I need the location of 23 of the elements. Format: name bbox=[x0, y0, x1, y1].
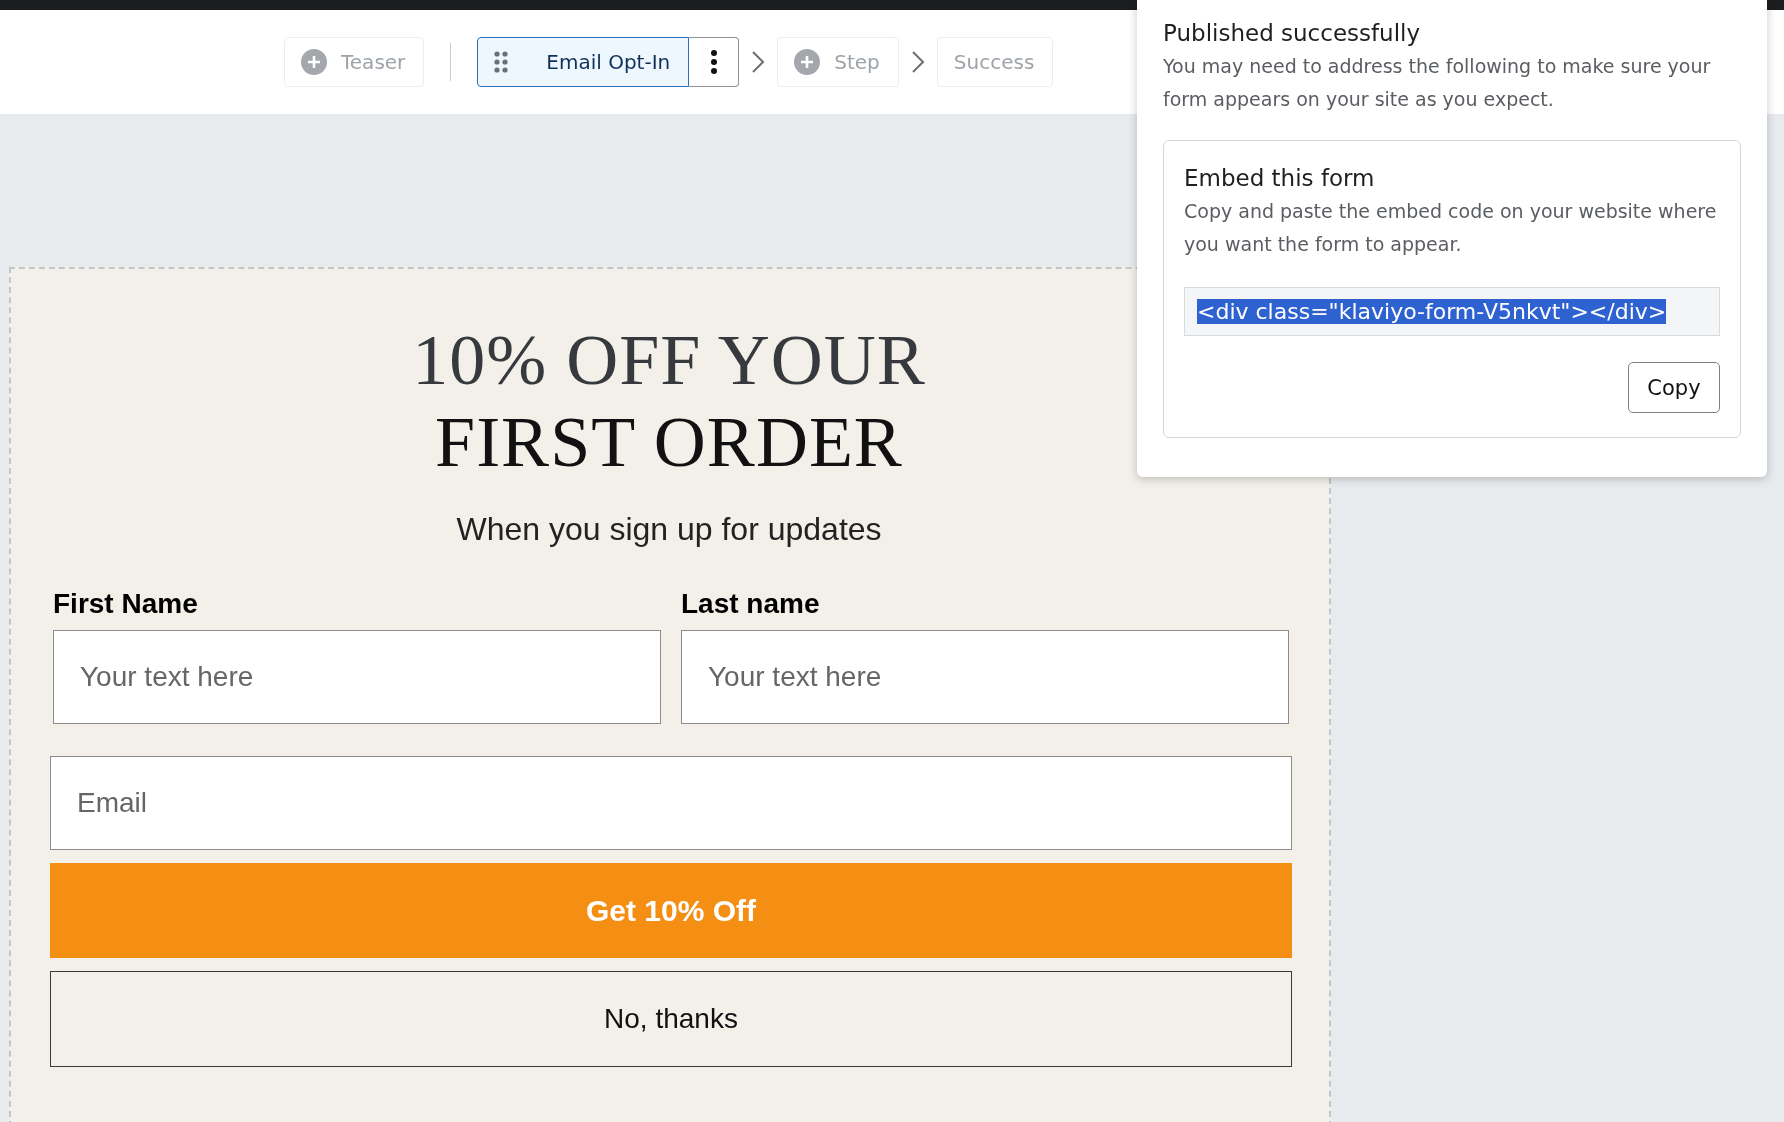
chevron-right-icon bbox=[751, 50, 766, 74]
form-heading: FIRST ORDER bbox=[435, 401, 903, 483]
decline-button[interactable]: No, thanks bbox=[50, 971, 1292, 1067]
more-options-button[interactable] bbox=[689, 37, 740, 87]
plus-icon bbox=[794, 49, 821, 75]
embed-title: Embed this form bbox=[1184, 165, 1376, 191]
embed-description: Copy and paste the embed code on your website where you want the form to appear. bbox=[1184, 199, 1718, 257]
email-input-field[interactable]: Email bbox=[50, 756, 1292, 850]
plus-icon bbox=[301, 49, 327, 75]
chevron-right-icon bbox=[910, 50, 925, 74]
popover-message: You may need to address the following to make sure your form appears on your site as you expect. bbox=[1163, 54, 1712, 112]
field-label: Last name bbox=[681, 588, 821, 620]
embed-code-field[interactable]: <div class="klaviyo-form-V5nkvt"></div> bbox=[1184, 287, 1720, 336]
popover-title: Published successfully bbox=[1163, 20, 1422, 46]
drag-handle-icon[interactable] bbox=[494, 51, 509, 73]
field-label: First Name bbox=[53, 588, 199, 620]
form-subtitle: When you sign up for updates bbox=[456, 511, 882, 548]
copy-button[interactable]: Copy bbox=[1628, 362, 1720, 413]
form-heading: 10% OFF YOUR bbox=[412, 319, 926, 401]
step-tab[interactable]: Email Opt-In bbox=[477, 37, 690, 87]
more-vertical-icon bbox=[710, 50, 717, 74]
text-input-field[interactable]: Your text here bbox=[53, 630, 661, 724]
text-input-field[interactable]: Your text here bbox=[681, 630, 1289, 724]
